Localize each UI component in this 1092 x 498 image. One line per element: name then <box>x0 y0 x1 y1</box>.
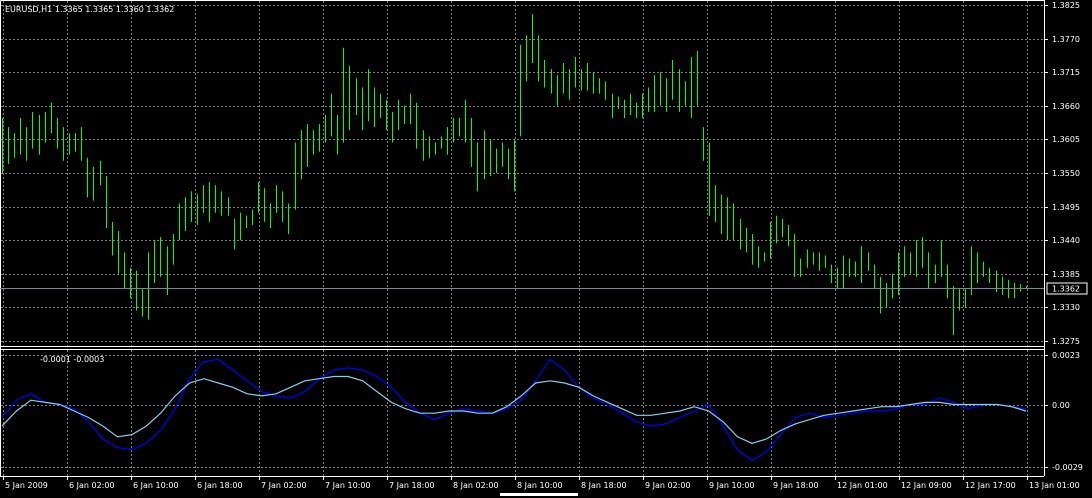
price-tick-label: 1.3715 <box>1052 68 1080 77</box>
time-tick-label: 8 Jan 18:00 <box>581 481 627 490</box>
price-tick-label: 1.3605 <box>1052 135 1080 144</box>
indicator-header: -0.0001 -0.0003 <box>40 355 104 364</box>
time-tick-label: 12 Jan 17:00 <box>965 481 1016 490</box>
chart-background <box>0 0 1092 498</box>
chart-scrollbar[interactable] <box>500 493 578 496</box>
price-tick-label: 1.3660 <box>1052 102 1080 111</box>
price-tick-label: 1.3550 <box>1052 169 1080 178</box>
time-tick-label: 5 Jan 2009 <box>5 481 48 490</box>
time-tick-label: 6 Jan 10:00 <box>133 481 179 490</box>
time-tick-label: 12 Jan 09:00 <box>901 481 952 490</box>
time-tick-label: 6 Jan 18:00 <box>197 481 243 490</box>
time-tick-label: 9 Jan 02:00 <box>645 481 691 490</box>
time-tick-label: 9 Jan 18:00 <box>773 481 819 490</box>
price-tick-label: 1.3330 <box>1052 303 1080 312</box>
price-tick-label: 1.3495 <box>1052 203 1080 212</box>
indicator-tick-label: 0.00 <box>1052 401 1070 410</box>
current-price-tag: 1.3362 <box>1046 282 1088 295</box>
time-tick-label: 6 Jan 02:00 <box>69 481 115 490</box>
time-tick-label: 9 Jan 10:00 <box>709 481 755 490</box>
indicator-tick-label: -0.0029 <box>1052 463 1083 472</box>
time-tick-label: 7 Jan 10:00 <box>325 481 371 490</box>
time-tick-label: 12 Jan 01:00 <box>837 481 888 490</box>
svg-text:1.3362: 1.3362 <box>1052 285 1080 294</box>
time-tick-label: 8 Jan 10:00 <box>517 481 563 490</box>
price-tick-label: 1.3385 <box>1052 270 1080 279</box>
time-tick-label: 8 Jan 02:00 <box>453 481 499 490</box>
price-tick-label: 1.3770 <box>1052 35 1080 44</box>
indicator-tick-label: 0.0023 <box>1052 351 1080 360</box>
time-tick-label: 13 Jan 01:00 <box>1029 481 1080 490</box>
time-tick-label: 7 Jan 02:00 <box>261 481 307 490</box>
price-tick-label: 1.3825 <box>1052 1 1080 10</box>
price-tick-label: 1.3440 <box>1052 236 1080 245</box>
price-tick-label: 1.3275 <box>1052 337 1080 346</box>
symbol-header: EURUSD,H1 1.3365 1.3365 1.3360 1.3362 <box>5 5 174 14</box>
time-tick-label: 7 Jan 18:00 <box>389 481 435 490</box>
